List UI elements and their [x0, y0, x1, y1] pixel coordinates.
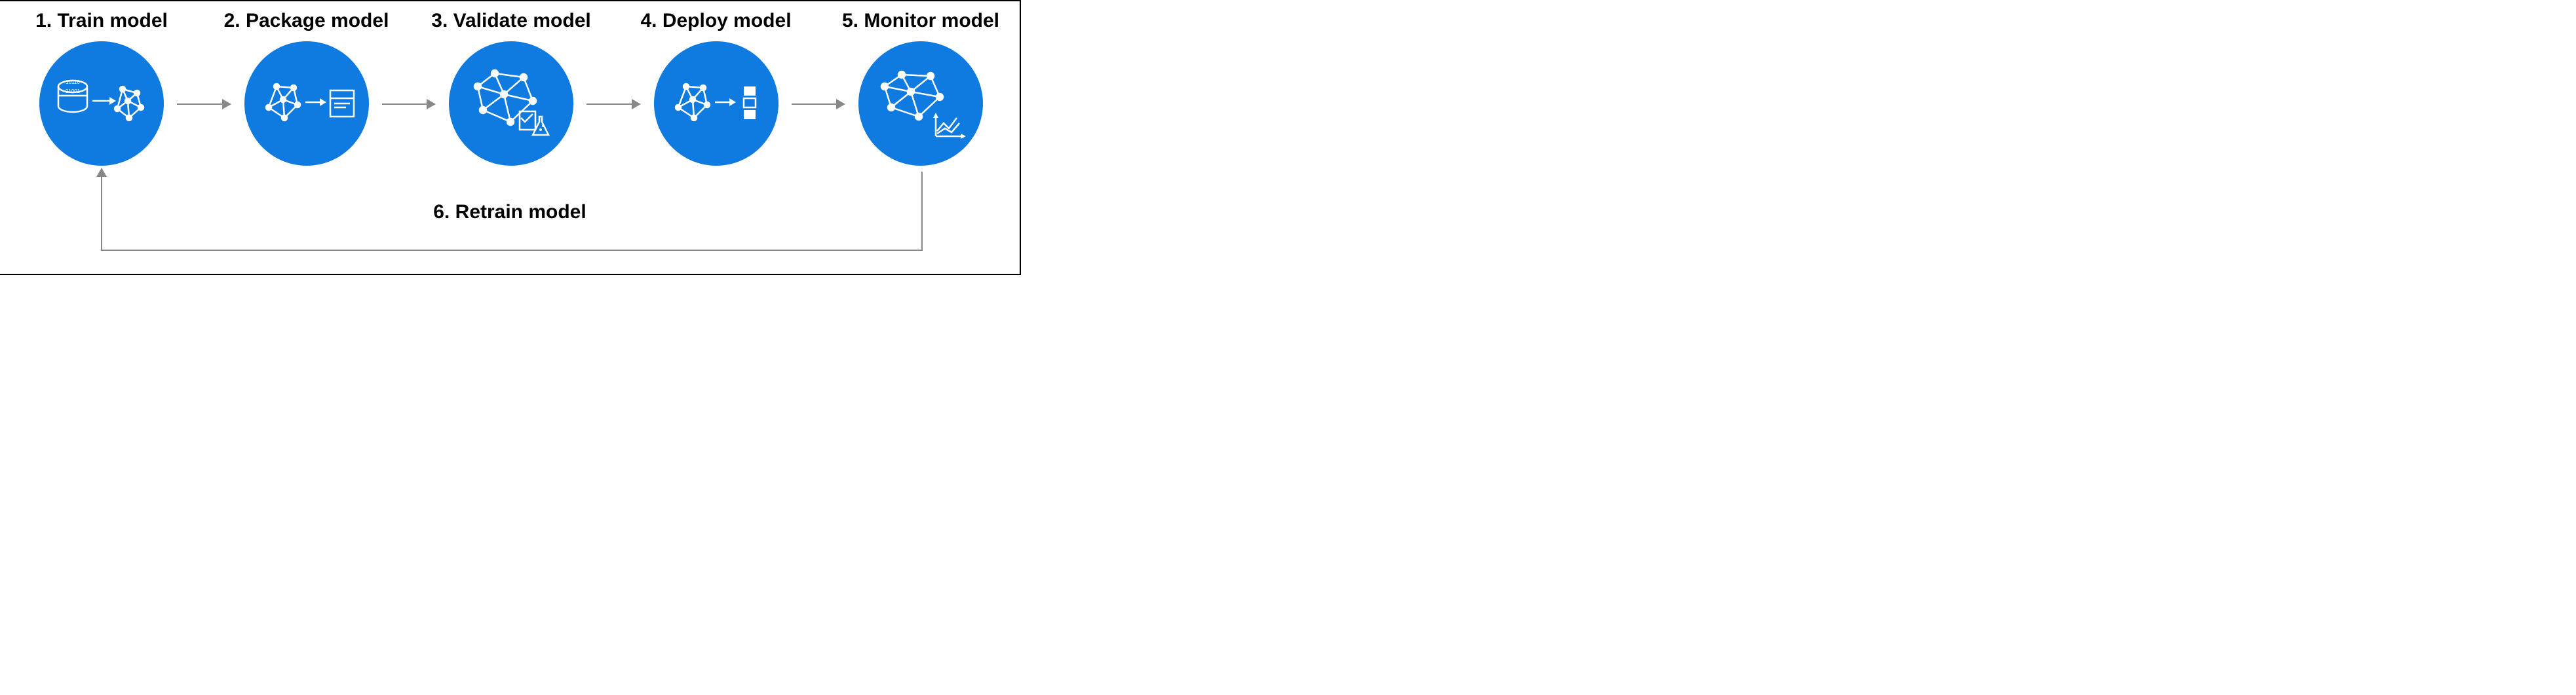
step-title: 3. Validate model	[431, 10, 590, 32]
step-train: 1. Train model 10110 01001	[26, 9, 177, 166]
step-title: 5. Monitor model	[842, 10, 999, 32]
network-to-package-icon	[254, 64, 359, 143]
svg-text:01001: 01001	[66, 88, 81, 94]
steps-row: 1. Train model 10110 01001	[0, 1, 1020, 166]
step-circle: 10110 01001	[39, 41, 164, 166]
step-package: 2. Package model	[231, 9, 382, 166]
feedback-label: 6. Retrain model	[433, 201, 586, 223]
network-with-chart-icon	[865, 58, 976, 149]
network-to-stack-icon	[664, 64, 769, 143]
step-deploy: 4. Deploy model	[641, 9, 792, 166]
step-circle	[858, 41, 983, 166]
step-monitor: 5. Monitor model	[845, 9, 996, 166]
data-to-network-icon: 10110 01001	[49, 64, 154, 143]
step-validate: 3. Validate model	[436, 9, 586, 166]
step-title: 1. Train model	[35, 10, 168, 32]
arrow-1	[177, 42, 231, 166]
step-title: 2. Package model	[224, 10, 389, 32]
arrow-2	[382, 42, 436, 166]
step-title: 4. Deploy model	[640, 10, 791, 32]
arrow-3	[586, 42, 641, 166]
lifecycle-diagram: 1. Train model 10110 01001	[0, 0, 1021, 275]
arrow-4	[792, 42, 846, 166]
network-with-flask-icon	[455, 58, 567, 149]
svg-text:10110: 10110	[66, 79, 80, 85]
step-circle	[654, 41, 779, 166]
step-circle	[449, 41, 573, 166]
step-circle	[244, 41, 369, 166]
